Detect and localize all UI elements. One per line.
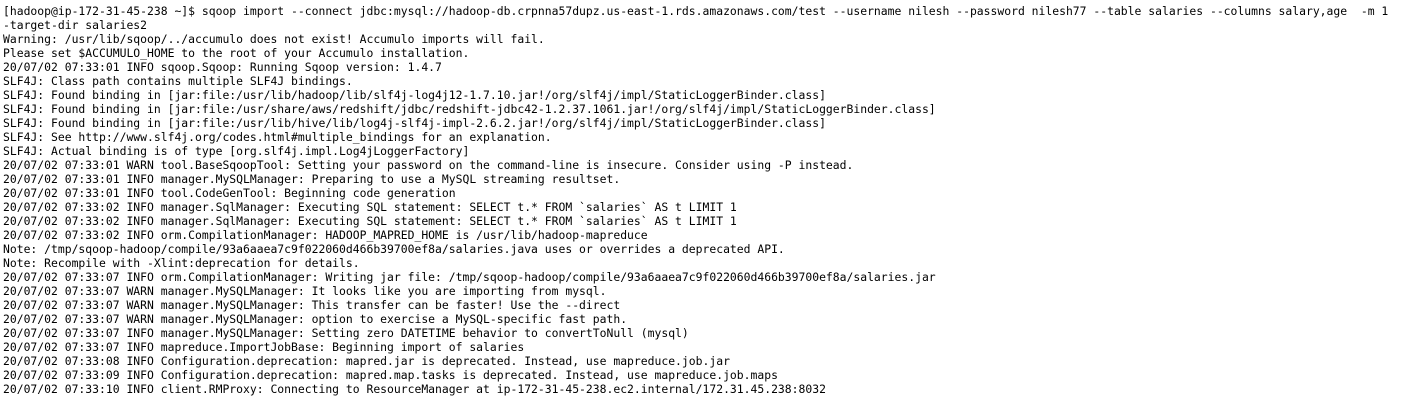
output-line: 20/07/02 07:33:02 INFO manager.SqlManage…: [3, 214, 737, 228]
output-line: 20/07/02 07:33:01 INFO manager.MySQLMana…: [3, 172, 621, 186]
command-line-continuation: -target-dir salaries2: [3, 18, 148, 32]
output-line: Warning: /usr/lib/sqoop/../accumulo does…: [3, 32, 545, 46]
output-line: SLF4J: Actual binding is of type [org.sl…: [3, 144, 470, 158]
output-line: SLF4J: Found binding in [jar:file:/usr/l…: [3, 88, 826, 102]
output-line: 20/07/02 07:33:01 INFO sqoop.Sqoop: Runn…: [3, 60, 442, 74]
output-line: SLF4J: Found binding in [jar:file:/usr/l…: [3, 116, 826, 130]
output-line: 20/07/02 07:33:09 INFO Configuration.dep…: [3, 368, 778, 382]
terminal-window[interactable]: [hadoop@ip-172-31-45-238 ~]$ sqoop impor…: [0, 0, 1419, 403]
output-line: 20/07/02 07:33:10 INFO client.RMProxy: C…: [3, 382, 826, 396]
output-line: Note: /tmp/sqoop-hadoop/compile/93a6aaea…: [3, 242, 785, 256]
output-line: 20/07/02 07:33:07 WARN manager.MySQLMana…: [3, 298, 621, 312]
output-line: SLF4J: Class path contains multiple SLF4…: [3, 74, 353, 88]
output-line: 20/07/02 07:33:01 WARN tool.BaseSqoopToo…: [3, 158, 854, 172]
output-line: 20/07/02 07:33:08 INFO Configuration.dep…: [3, 354, 730, 368]
output-line: 20/07/02 07:33:07 INFO manager.MySQLMana…: [3, 326, 689, 340]
output-line: Please set $ACCUMULO_HOME to the root of…: [3, 46, 470, 60]
output-line: 20/07/02 07:33:02 INFO manager.SqlManage…: [3, 200, 737, 214]
output-line: 20/07/02 07:33:07 INFO mapreduce.ImportJ…: [3, 340, 525, 354]
output-line: 20/07/02 07:33:02 INFO orm.CompilationMa…: [3, 228, 648, 242]
output-line: Note: Recompile with -Xlint:deprecation …: [3, 256, 360, 270]
command-line[interactable]: [hadoop@ip-172-31-45-238 ~]$ sqoop impor…: [3, 4, 1419, 18]
output-line: 20/07/02 07:33:07 WARN manager.MySQLMana…: [3, 312, 628, 326]
output-line: 20/07/02 07:33:01 INFO tool.CodeGenTool:…: [3, 186, 456, 200]
output-line: SLF4J: See http://www.slf4j.org/codes.ht…: [3, 130, 552, 144]
output-line: 20/07/02 07:33:07 WARN manager.MySQLMana…: [3, 284, 607, 298]
output-line: SLF4J: Found binding in [jar:file:/usr/s…: [3, 102, 936, 116]
output-line: 20/07/02 07:33:07 INFO orm.CompilationMa…: [3, 270, 936, 284]
